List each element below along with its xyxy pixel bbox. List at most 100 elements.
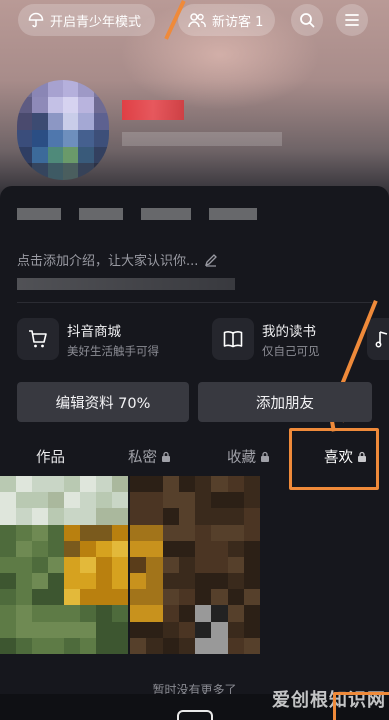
thumbnail-pixel xyxy=(162,508,179,525)
thumbnail-pixel xyxy=(162,605,179,622)
thumbnail-pixel xyxy=(243,621,260,638)
tab-works[interactable]: 作品 xyxy=(36,446,65,467)
thumbnail-pixel xyxy=(0,621,16,638)
stats-row xyxy=(17,206,257,221)
thumbnail-pixel xyxy=(48,637,64,654)
search-button[interactable] xyxy=(291,4,323,36)
thumbnail-pixel xyxy=(146,573,163,590)
thumbnail-pixel xyxy=(16,476,32,493)
thumbnail-pixel xyxy=(178,637,195,654)
thumbnail-pixel xyxy=(64,605,80,622)
thumbnail-pixel xyxy=(195,621,212,638)
thumbnail-pixel xyxy=(0,492,16,509)
thumbnail-pixel xyxy=(227,605,244,622)
stat-following[interactable] xyxy=(79,206,123,221)
thumbnail-pixel xyxy=(162,524,179,541)
thumbnail-pixel xyxy=(211,540,228,557)
people-icon xyxy=(188,13,206,28)
thumbnail-pixel xyxy=(178,556,195,574)
thumbnail-pixel xyxy=(64,621,80,638)
tab-label: 收藏 xyxy=(227,450,256,466)
thumbnail-pixel xyxy=(178,508,195,525)
thumbnail-pixel xyxy=(195,573,212,590)
avatar[interactable] xyxy=(17,80,109,180)
tab-favorites[interactable]: 收藏 xyxy=(227,446,270,467)
menu-button[interactable] xyxy=(336,4,368,36)
thumbnail-pixel xyxy=(16,621,32,638)
thumbnail-pixel xyxy=(211,476,228,493)
thumbnail-pixel xyxy=(195,524,212,541)
thumbnail-pixel xyxy=(64,508,80,525)
thumbnail-pixel xyxy=(195,508,212,525)
thumbnail-pixel xyxy=(162,621,179,638)
edit-profile-button[interactable]: 编辑资料 70% xyxy=(17,382,189,422)
thumbnail-pixel xyxy=(96,605,112,622)
thumbnail-pixel xyxy=(227,540,244,557)
bio-prompt[interactable]: 点击添加介绍，让大家认识你... xyxy=(17,250,218,269)
thumbnail-pixel xyxy=(227,492,244,509)
thumbnail-pixel xyxy=(211,508,228,525)
thumbnail-pixel xyxy=(243,605,260,622)
thumbnail-pixel xyxy=(32,621,48,638)
shortcut-douyin-mall[interactable]: 抖音商城 美好生活触手可得 xyxy=(17,318,159,360)
thumbnail-pixel xyxy=(32,589,48,606)
teen-mode-label: 开启青少年模式 xyxy=(50,14,142,30)
thumbnail-pixel xyxy=(211,605,228,622)
book-icon xyxy=(212,318,254,360)
thumbnail-pixel xyxy=(16,589,32,606)
thumbnail-pixel xyxy=(0,605,16,622)
thumbnail-pixel xyxy=(243,637,260,654)
shortcut-my-reading[interactable]: 我的读书 仅自己可见 xyxy=(212,318,320,360)
video-thumbnail[interactable] xyxy=(0,476,128,654)
thumbnail-pixel xyxy=(112,589,128,606)
annotation-highlight-corner xyxy=(333,692,389,720)
thumbnail-pixel xyxy=(112,573,128,590)
thumbnail-pixel xyxy=(16,573,32,590)
thumbnail-pixel xyxy=(112,556,128,574)
thumbnail-pixel xyxy=(96,589,112,606)
thumbnail-pixel xyxy=(0,556,16,574)
thumbnail-pixel xyxy=(227,589,244,606)
thumbnail-pixel xyxy=(227,508,244,525)
thumbnail-pixel xyxy=(130,637,147,654)
thumbnail-pixel xyxy=(243,524,260,541)
tab-private[interactable]: 私密 xyxy=(128,446,171,467)
thumbnail-pixel xyxy=(16,637,32,654)
thumbnail-pixel xyxy=(64,492,80,509)
shortcut-title: 抖音商城 xyxy=(67,323,121,340)
thumbnail-pixel xyxy=(130,524,147,541)
thumbnail-pixel xyxy=(64,573,80,590)
thumbnail-pixel xyxy=(162,476,179,493)
thumbnail-pixel xyxy=(32,524,48,541)
thumbnail-pixel xyxy=(96,476,112,493)
thumbnail-pixel xyxy=(162,589,179,606)
thumbnail-pixel xyxy=(48,540,64,557)
thumbnail-pixel xyxy=(146,508,163,525)
thumbnail-pixel xyxy=(146,556,163,574)
stat-other[interactable] xyxy=(209,206,257,221)
thumbnail-pixel xyxy=(16,605,32,622)
new-visitors-button[interactable]: 新访客 1 xyxy=(178,4,275,36)
thumbnail-pixel xyxy=(112,621,128,638)
shortcut-title: 我的读书 xyxy=(262,323,316,340)
shortcut-music[interactable] xyxy=(367,318,389,360)
tab-label: 作品 xyxy=(36,450,65,466)
thumbnail-pixel xyxy=(48,492,64,509)
home-indicator xyxy=(177,710,213,720)
thumbnail-pixel xyxy=(48,621,64,638)
thumbnail-pixel xyxy=(211,621,228,638)
teen-mode-button[interactable]: 开启青少年模式 xyxy=(18,4,155,36)
thumbnail-pixel xyxy=(243,540,260,557)
thumbnail-pixel xyxy=(16,556,32,574)
thumbnail-pixel xyxy=(243,508,260,525)
thumbnail-pixel xyxy=(48,556,64,574)
video-thumbnail[interactable] xyxy=(130,476,260,654)
thumbnail-pixel xyxy=(48,605,64,622)
add-friend-button[interactable]: 添加朋友 xyxy=(198,382,372,422)
thumbnail-pixel xyxy=(112,524,128,541)
thumbnail-pixel xyxy=(195,556,212,574)
stat-likes[interactable] xyxy=(17,206,61,221)
stat-followers[interactable] xyxy=(141,206,191,221)
thumbnail-pixel xyxy=(178,492,195,509)
thumbnail-pixel xyxy=(32,508,48,525)
